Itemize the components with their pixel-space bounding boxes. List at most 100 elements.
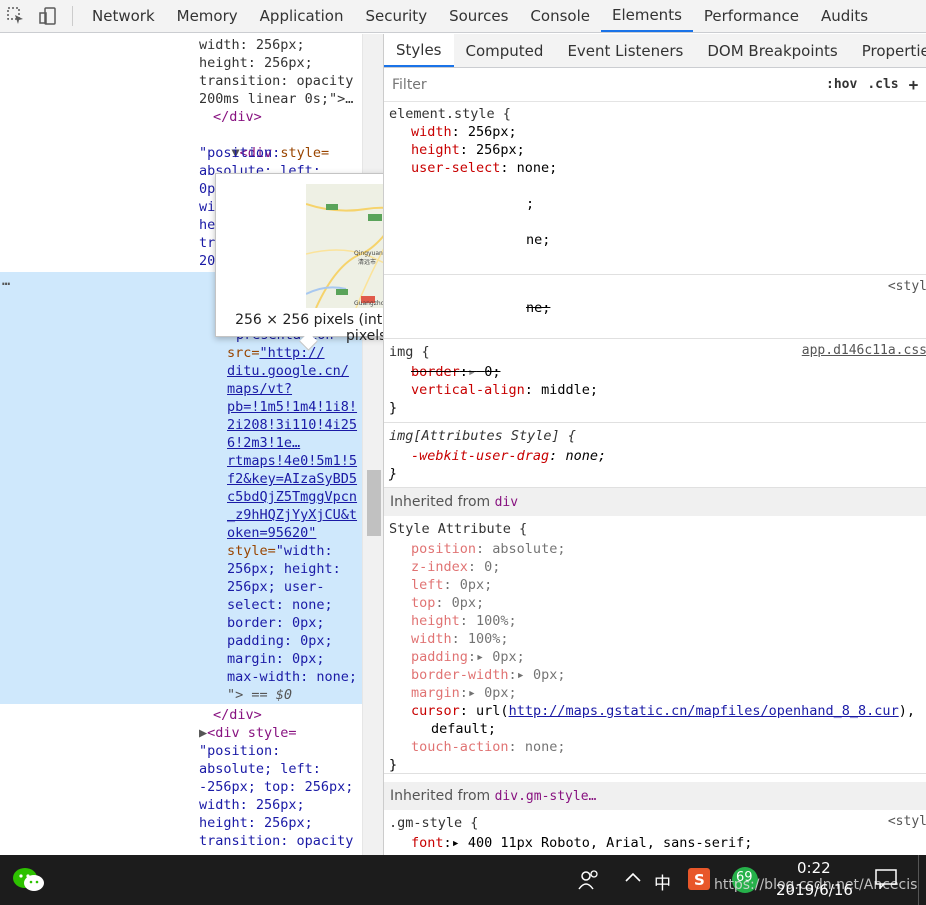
rule-close: }	[389, 400, 398, 416]
src-link[interactable]: c5bdQjZ5TmggVpcn	[227, 488, 357, 506]
tab-sources[interactable]: Sources	[438, 0, 519, 32]
attr-name: src=	[227, 345, 260, 361]
src-link[interactable]: _z9hHQZjYyXjCU&t	[227, 506, 357, 524]
scrollbar-thumb[interactable]	[367, 470, 381, 536]
device-toolbar-icon[interactable]	[32, 0, 64, 32]
style-property[interactable]: height: 256px;	[411, 141, 525, 159]
node-actions-ellipsis[interactable]: …	[2, 272, 10, 290]
src-link[interactable]: ditu.google.cn/	[227, 362, 349, 380]
attr-value: height: 256px;	[199, 815, 313, 831]
collapse-triangle-icon[interactable]: ▶	[199, 725, 207, 741]
dom-close-tag: </div>	[213, 109, 262, 125]
style-property[interactable]: width: 100%;	[411, 630, 509, 648]
attr-value: wi	[199, 199, 216, 215]
inherited-node-link[interactable]: div	[495, 495, 518, 510]
style-property[interactable]: left: 0px;	[411, 576, 492, 594]
src-link[interactable]: rtmaps!4e0!5m1!5	[227, 452, 357, 470]
rule-gm-style: .gm-style { <styl font:▸ 400 11px Roboto…	[384, 810, 926, 855]
style-property[interactable]: font:▸ 400 11px Roboto, Arial, sans-seri…	[411, 834, 752, 852]
sidebar-tabs: Styles Computed Event Listeners DOM Brea…	[384, 34, 926, 68]
tab-network[interactable]: Network	[81, 0, 166, 32]
attr-value: select: none;	[227, 597, 333, 613]
subtab-computed[interactable]: Computed	[454, 34, 556, 67]
rule-source-link[interactable]: app.d146c11a.css	[802, 343, 926, 358]
wechat-icon[interactable]	[12, 865, 46, 899]
src-link[interactable]: maps/vt?	[227, 380, 292, 398]
attr-value: -256px; top: 256px;	[199, 779, 354, 795]
src-link[interactable]: 6!2m3!1e…	[227, 434, 300, 452]
attr-name: style=	[280, 145, 330, 161]
attr-value: 256px; height:	[227, 561, 341, 577]
src-link[interactable]: f2&key=AIzaSyBD5	[227, 470, 357, 488]
dom-line: transition: opacity	[199, 73, 354, 89]
dom-line: width: 256px;	[199, 37, 305, 53]
elements-scrollbar[interactable]	[362, 34, 384, 855]
style-property[interactable]: border:▸ 0;	[411, 363, 500, 381]
subtab-dom-breakpoints[interactable]: DOM Breakpoints	[695, 34, 849, 67]
subtab-properties[interactable]: Properties	[850, 34, 926, 67]
tab-audits[interactable]: Audits	[810, 0, 879, 32]
rule-selector: .gm-style {	[389, 815, 479, 831]
attr-value: margin: 0px;	[227, 651, 325, 667]
show-desktop-divider[interactable]	[918, 855, 919, 905]
attr-value: padding: 0px;	[227, 633, 333, 649]
rule-source-link[interactable]: <styl	[888, 814, 926, 829]
style-property[interactable]: touch-action: none;	[411, 738, 565, 756]
style-property[interactable]: -webkit-user-drag: none;	[411, 447, 606, 465]
notification-icon[interactable]	[875, 869, 897, 893]
style-property[interactable]: vertical-align: middle;	[411, 381, 598, 399]
inherited-node-link[interactable]: div.gm-style…	[495, 789, 597, 804]
rule-source-link[interactable]: <styl	[888, 279, 926, 294]
subtab-styles[interactable]: Styles	[384, 34, 454, 67]
attr-value: absolute; left:	[199, 761, 321, 777]
people-icon[interactable]	[578, 869, 600, 895]
clock-date[interactable]: 2019/6/16	[776, 881, 853, 899]
cursor-url-link[interactable]: http://maps.gstatic.cn/mapfiles/openhand…	[509, 703, 899, 719]
new-style-rule-button[interactable]: +	[909, 75, 919, 94]
sogou-input-icon[interactable]: S	[688, 868, 710, 894]
src-link[interactable]: oken=95620"	[227, 524, 316, 542]
style-property-cursor[interactable]: cursor: url(http://maps.gstatic.cn/mapfi…	[411, 702, 915, 720]
attr-value: 0p	[199, 181, 216, 197]
inherited-header: Inherited from div.gm-style…	[384, 782, 926, 810]
style-property[interactable]: user-select: none;	[411, 159, 557, 177]
ime-indicator[interactable]: 中	[654, 869, 671, 894]
src-link[interactable]: pb=!1m5!1m4!1i8!	[227, 398, 357, 416]
tab-security[interactable]: Security	[354, 0, 438, 32]
elements-tree[interactable]: width: 256px; height: 256px; transition:…	[0, 34, 362, 855]
tab-application[interactable]: Application	[249, 0, 355, 32]
src-link[interactable]: 2i208!3i110!4i25	[227, 416, 357, 434]
inspect-element-icon[interactable]	[0, 0, 32, 32]
styles-filter-bar: :hov .cls +	[384, 68, 926, 102]
style-property[interactable]: padding:▸ 0px;	[411, 648, 525, 666]
attr-value: tr	[199, 235, 216, 251]
style-property[interactable]: border-width:▸ 0px;	[411, 666, 565, 684]
tab-console[interactable]: Console	[519, 0, 601, 32]
rule-selector: Style Attribute {	[389, 521, 528, 537]
style-property[interactable]: position: absolute;	[411, 540, 565, 558]
attr-value: "position:	[199, 743, 281, 759]
style-property[interactable]: height: 100%;	[411, 612, 517, 630]
subtab-event-listeners[interactable]: Event Listeners	[555, 34, 695, 67]
tab-elements[interactable]: Elements	[600, 0, 693, 32]
styles-sidebar: Styles Computed Event Listeners DOM Brea…	[383, 34, 926, 855]
map-label-city-cn: 清远市	[358, 259, 377, 266]
tab-performance[interactable]: Performance	[693, 0, 810, 32]
style-property[interactable]: top: 0px;	[411, 594, 484, 612]
src-link[interactable]: "http://	[260, 345, 325, 361]
clock-time[interactable]: 0:22	[797, 859, 831, 877]
class-toggle[interactable]: .cls	[867, 77, 898, 92]
chevron-up-icon[interactable]	[624, 869, 642, 891]
hover-state-toggle[interactable]: :hov	[826, 77, 857, 92]
selected-marker: "> == $0	[227, 687, 293, 703]
style-property[interactable]: width: 256px;	[411, 123, 517, 141]
style-property[interactable]: margin:▸ 0px;	[411, 684, 517, 702]
tab-memory[interactable]: Memory	[166, 0, 249, 32]
toolbar-divider	[72, 6, 73, 26]
style-property[interactable]: z-index: 0;	[411, 558, 500, 576]
inherited-header: Inherited from div	[384, 488, 926, 516]
rule-selector: element.style {	[389, 106, 511, 122]
dom-div-node[interactable]: ▶<div style=	[199, 724, 297, 742]
style-property-cursor-default: default;	[431, 721, 497, 737]
styles-filter-input[interactable]	[388, 72, 816, 97]
